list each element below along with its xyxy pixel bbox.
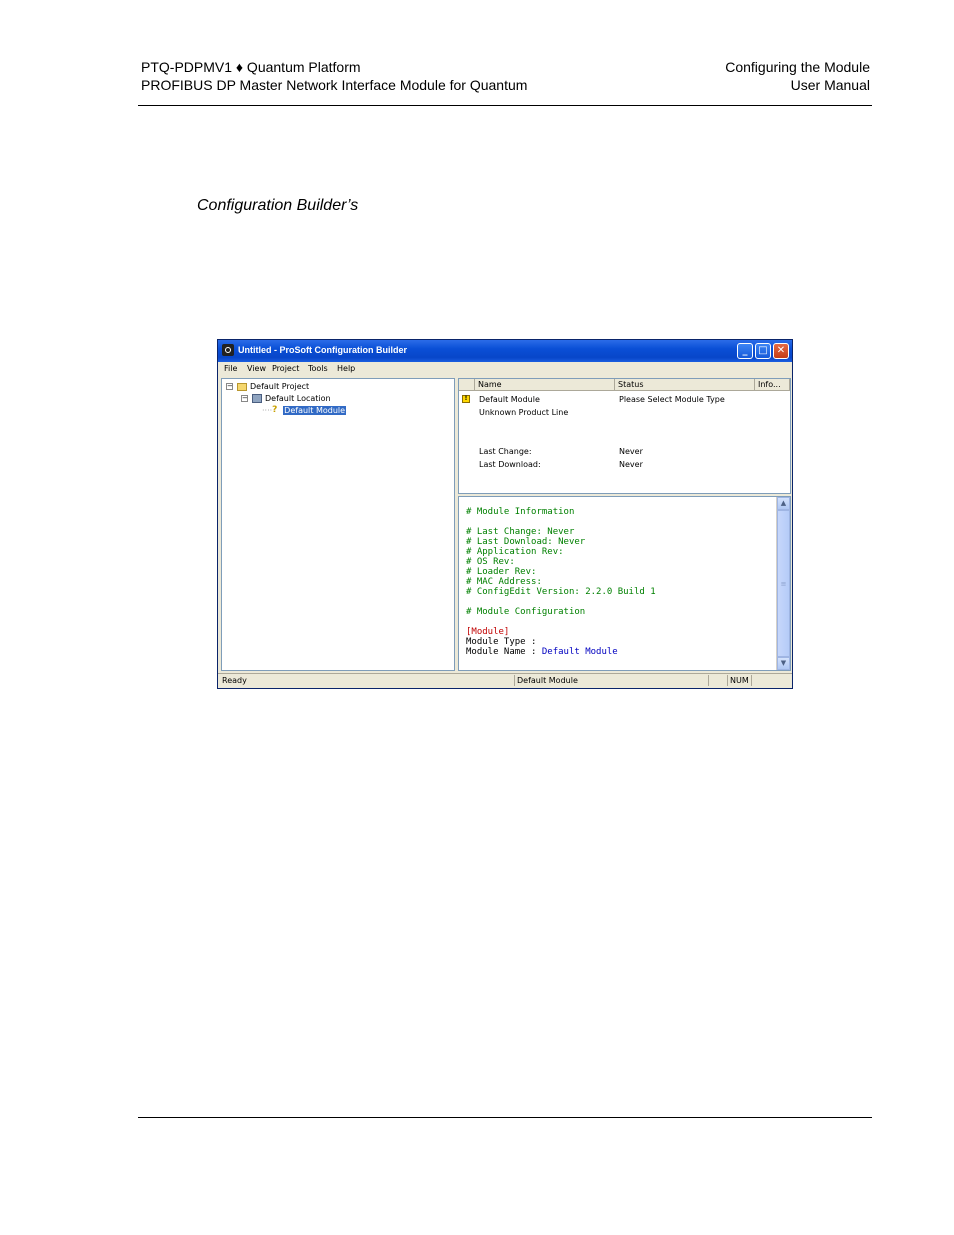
menu-help[interactable]: Help bbox=[337, 364, 355, 373]
tree-item-module[interactable]: ····? Default Module bbox=[262, 405, 347, 415]
config-text-pane[interactable]: # Module Information # Last Change: Neve… bbox=[458, 496, 791, 671]
maximize-button[interactable]: □ bbox=[755, 343, 771, 359]
status-bar: Ready Default Module NUM bbox=[218, 673, 792, 688]
column-header-icon bbox=[459, 379, 475, 391]
menu-bar: File View Project Tools Help bbox=[220, 362, 790, 376]
list-cell-name: Last Change: bbox=[479, 447, 532, 456]
app-icon bbox=[222, 344, 234, 356]
column-header-name[interactable]: Name bbox=[475, 379, 615, 391]
tree-item-location[interactable]: − Default Location bbox=[241, 394, 331, 403]
figure-caption: Configuration Builder’s bbox=[197, 197, 359, 214]
header-left: PTQ-PDPMV1 ♦ Quantum Platform PROFIBUS D… bbox=[141, 58, 527, 94]
project-tree-pane[interactable]: − Default Project − Default Location ····?… bbox=[221, 378, 455, 671]
list-cell-status: Never bbox=[619, 447, 643, 456]
location-icon bbox=[252, 394, 262, 403]
tree-label-module: Default Module bbox=[283, 406, 347, 415]
config-line: # Application Rev: bbox=[466, 547, 564, 557]
header-doc-type: User Manual bbox=[790, 77, 870, 93]
config-line: # MAC Address: bbox=[466, 577, 542, 587]
list-cell-name[interactable]: Default Module bbox=[479, 395, 540, 404]
tree-label-location: Default Location bbox=[265, 394, 331, 403]
warning-icon: ! bbox=[462, 395, 470, 403]
status-text: Ready bbox=[222, 676, 247, 685]
folder-icon bbox=[237, 382, 247, 391]
header-subtitle: PROFIBUS DP Master Network Interface Mod… bbox=[141, 77, 528, 93]
column-header-status[interactable]: Status bbox=[615, 379, 755, 391]
tree-label-project: Default Project bbox=[250, 382, 310, 391]
minimize-button[interactable]: _ bbox=[737, 343, 753, 359]
config-line: # Last Change: Never bbox=[466, 527, 575, 537]
scroll-down-icon[interactable]: ▼ bbox=[777, 657, 790, 670]
list-cell-status: Please Select Module Type bbox=[619, 395, 725, 404]
window-title: Untitled - ProSoft Configuration Builder bbox=[238, 345, 407, 355]
status-spacer bbox=[751, 675, 771, 686]
menu-project[interactable]: Project bbox=[272, 364, 299, 373]
module-warning-icon: ? bbox=[272, 405, 278, 415]
header-right: Configuring the Module User Manual bbox=[725, 58, 870, 94]
title-bar[interactable]: Untitled - ProSoft Configuration Builder… bbox=[218, 340, 792, 362]
status-module: Default Module bbox=[514, 675, 704, 686]
collapse-icon[interactable]: − bbox=[241, 395, 248, 402]
config-value: Default Module bbox=[541, 647, 618, 657]
module-list-pane[interactable]: Name Status Info... ! Default Module Ple… bbox=[458, 378, 791, 494]
config-line: # Module Information bbox=[466, 507, 575, 517]
menu-tools[interactable]: Tools bbox=[308, 364, 328, 373]
list-cell-name: Unknown Product Line bbox=[479, 408, 569, 417]
vertical-scrollbar[interactable]: ▲ ≡ ▼ bbox=[776, 497, 790, 670]
config-line: Module Type : bbox=[466, 637, 537, 647]
list-cell-name: Last Download: bbox=[479, 460, 541, 469]
config-key: Module Name : bbox=[466, 647, 542, 657]
scroll-up-icon[interactable]: ▲ bbox=[777, 497, 790, 510]
collapse-icon[interactable]: − bbox=[226, 383, 233, 390]
menu-file[interactable]: File bbox=[224, 364, 237, 373]
config-line: # OS Rev: bbox=[466, 557, 515, 567]
header-section: Configuring the Module bbox=[725, 59, 870, 75]
list-cell-status: Never bbox=[619, 460, 643, 469]
header-rule bbox=[138, 105, 872, 106]
footer-rule bbox=[138, 1117, 872, 1118]
config-line: # ConfigEdit Version: 2.2.0 Build 1 bbox=[466, 587, 656, 597]
config-line: # Last Download: Never bbox=[466, 537, 586, 547]
tree-item-project[interactable]: − Default Project bbox=[226, 382, 309, 391]
close-button[interactable]: ✕ bbox=[773, 343, 789, 359]
menu-view[interactable]: View bbox=[247, 364, 266, 373]
config-line: # Loader Rev: bbox=[466, 567, 537, 577]
scroll-thumb[interactable]: ≡ bbox=[777, 510, 790, 657]
config-line: Module Name : Default Module bbox=[466, 647, 618, 657]
column-header-info[interactable]: Info... bbox=[755, 379, 790, 391]
app-window-screenshot: Untitled - ProSoft Configuration Builder… bbox=[217, 339, 793, 689]
header-product: PTQ-PDPMV1 ♦ Quantum Platform bbox=[141, 59, 361, 75]
config-section: [Module] bbox=[466, 627, 510, 637]
config-line: # Module Configuration bbox=[466, 607, 586, 617]
